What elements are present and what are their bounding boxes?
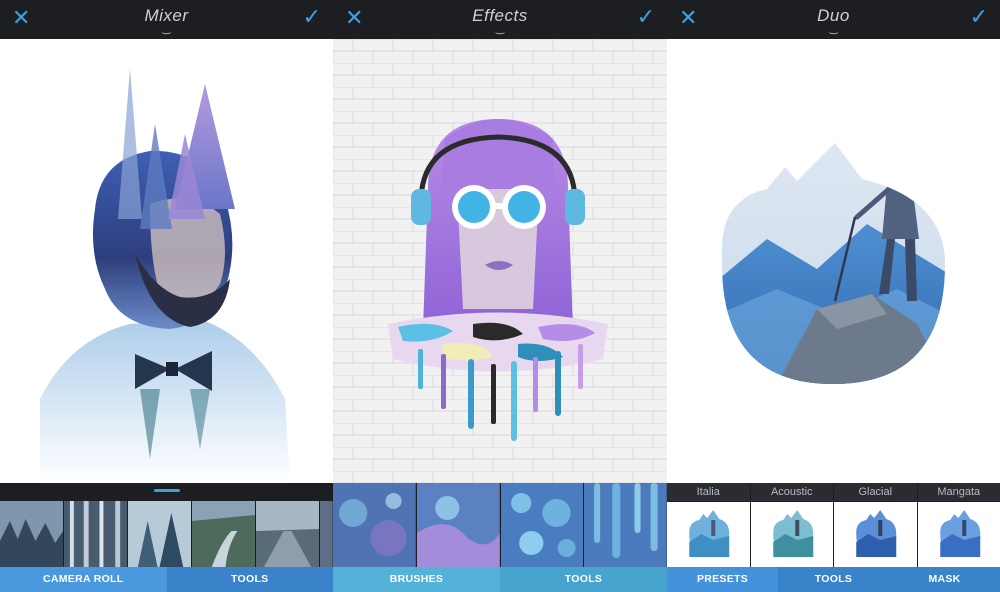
preset-glacial[interactable]: Glacial: [834, 483, 917, 567]
effects-top-bar: ✕ Effects ‿ ✓: [333, 0, 667, 39]
preset-preview: [667, 502, 750, 567]
duo-bottom-tabs: PRESETS TOOLS MASK: [667, 567, 1000, 592]
preset-label: Italia: [667, 483, 750, 501]
mixer-top-bar: ✕ Mixer ‿ ✓: [0, 0, 333, 39]
duo-canvas: [667, 39, 1000, 483]
drag-handle[interactable]: [154, 489, 180, 492]
brushes-strip: [333, 483, 667, 567]
tab-tools[interactable]: TOOLS: [166, 567, 333, 592]
tab-camera-roll[interactable]: CAMERA ROLL: [0, 567, 167, 592]
thumbnail-snowy-pines[interactable]: [128, 501, 192, 567]
thumbnail-wet-highway[interactable]: [256, 501, 320, 567]
preset-label: Acoustic: [750, 483, 833, 501]
preset-label: Mangata: [917, 483, 1000, 501]
preset-italia[interactable]: Italia: [667, 483, 750, 567]
mixer-title[interactable]: Mixer: [0, 6, 333, 26]
effects-title[interactable]: Effects: [333, 6, 667, 26]
brush-thumbnail-paint[interactable]: [416, 483, 500, 567]
effects-panel: ✕ Effects ‿ ✓ BRUSHES TOOLS: [333, 0, 667, 592]
chevron-down-icon[interactable]: ‿: [333, 25, 667, 35]
chevron-down-icon[interactable]: ‿: [667, 25, 1000, 35]
thumbnail-winding-road[interactable]: [192, 501, 256, 567]
tab-tools[interactable]: TOOLS: [778, 567, 889, 592]
brush-thumbnails: [333, 483, 667, 567]
checkmark-icon[interactable]: ✓: [303, 5, 321, 31]
camera-roll-thumbnails: [0, 501, 333, 567]
duo-panel: ✕ Duo ‿ ✓ Italia Acoustic Glacial Mangat…: [667, 0, 1000, 592]
preset-acoustic[interactable]: Acoustic: [750, 483, 833, 567]
brick-wall-portrait: [333, 39, 667, 483]
preset-label: Glacial: [834, 483, 917, 501]
preset-list: Italia Acoustic Glacial Mangata: [667, 483, 1000, 567]
preset-preview: [834, 502, 917, 567]
chevron-down-icon[interactable]: ‿: [0, 25, 333, 35]
checkmark-icon[interactable]: ✓: [970, 5, 988, 31]
brush-thumbnail-drips[interactable]: [584, 483, 667, 567]
duo-title[interactable]: Duo: [667, 6, 1000, 26]
effects-bottom-tabs: BRUSHES TOOLS: [333, 567, 667, 592]
tab-presets[interactable]: PRESETS: [667, 567, 778, 592]
preset-preview: [917, 502, 1000, 567]
camera-roll-strip: [0, 483, 333, 567]
mixer-panel: ✕ Mixer ‿ ✓ CAMERA ROLL TOOLS: [0, 0, 333, 592]
preset-mangata[interactable]: Mangata: [917, 483, 1000, 567]
brush-thumbnail-dots[interactable]: [500, 483, 584, 567]
tab-tools[interactable]: TOOLS: [500, 567, 667, 592]
mountain-hiker-mask: [667, 39, 1000, 483]
effects-canvas: [333, 39, 667, 483]
mixer-canvas: [0, 39, 333, 483]
tab-brushes[interactable]: BRUSHES: [333, 567, 500, 592]
duo-top-bar: ✕ Duo ‿ ✓: [667, 0, 1000, 39]
presets-strip: Italia Acoustic Glacial Mangata: [667, 483, 1000, 567]
thumbnail-birch-trees[interactable]: [64, 501, 128, 567]
preset-preview: [750, 502, 833, 567]
tab-mask[interactable]: MASK: [889, 567, 1000, 592]
thumbnail-foggy-forest[interactable]: [0, 501, 64, 567]
double-exposure-portrait: [0, 39, 333, 483]
mixer-bottom-tabs: CAMERA ROLL TOOLS: [0, 567, 333, 592]
thumbnail-partial[interactable]: [320, 501, 333, 567]
brush-thumbnail-splatter[interactable]: [333, 483, 416, 567]
checkmark-icon[interactable]: ✓: [637, 5, 655, 31]
